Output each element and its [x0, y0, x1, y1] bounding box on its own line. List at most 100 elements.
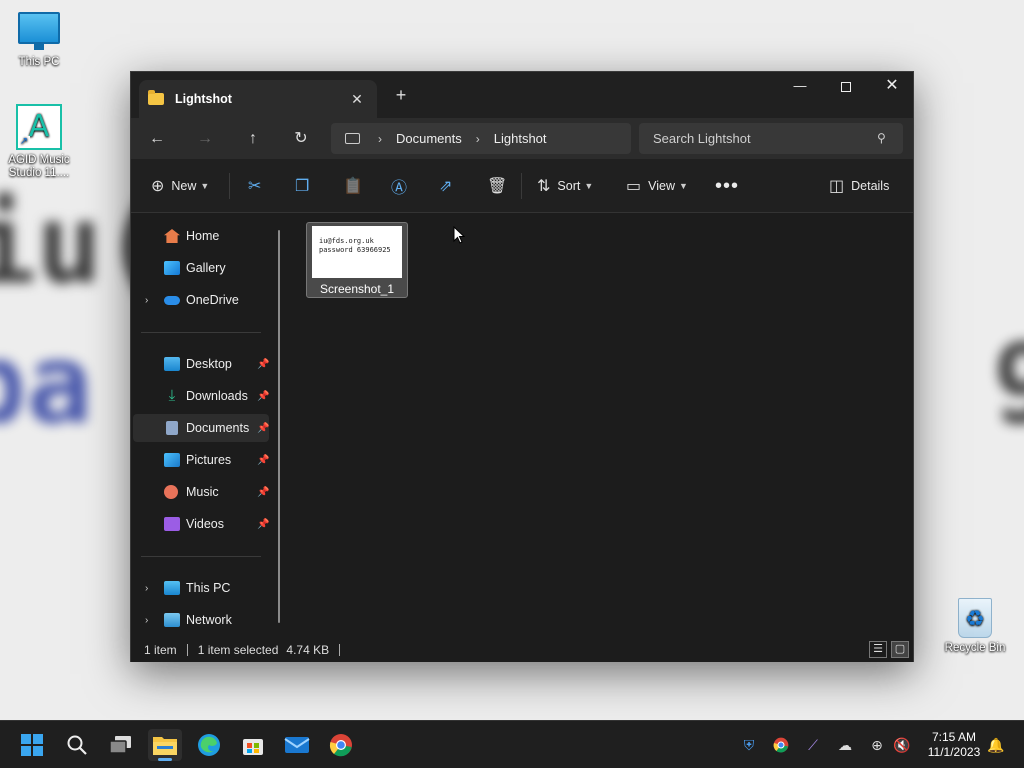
tiles-icon: ▢ — [894, 643, 906, 655]
new-button[interactable]: ⊕ New ▼ — [151, 172, 209, 200]
breadcrumb-lightshot[interactable]: Lightshot — [494, 131, 547, 146]
sidebar-item-network[interactable]: › Network — [133, 606, 269, 634]
notification-bell-icon[interactable]: 🔔 — [986, 735, 1006, 755]
breadcrumb-documents[interactable]: Documents — [396, 131, 462, 146]
pin-icon[interactable]: 📌 — [257, 455, 269, 466]
desktop-icon-recycle-bin[interactable]: ♻ Recycle Bin — [940, 598, 1010, 655]
wallpaper-text-left: pa — [0, 320, 93, 448]
sidebar-item-music[interactable]: Music 📌 — [133, 478, 269, 506]
sidebar-item-videos[interactable]: Videos 📌 — [133, 510, 269, 538]
refresh-button[interactable]: ↻ — [285, 125, 317, 153]
start-button[interactable] — [15, 729, 49, 761]
plus-circle-icon: ⊕ — [151, 178, 165, 195]
back-button[interactable]: ← — [141, 125, 173, 153]
pin-icon[interactable]: 📌 — [257, 423, 269, 434]
sidebar-item-label: Gallery — [186, 261, 226, 275]
store-icon — [243, 739, 263, 755]
sidebar-item-desktop[interactable]: Desktop 📌 — [133, 350, 269, 378]
security-shield-icon[interactable]: ⛨ — [739, 735, 759, 755]
desktop-icon-label: This PC — [18, 56, 60, 68]
chevron-right-icon: › — [145, 614, 149, 626]
paste-button[interactable]: 📋 — [343, 172, 370, 200]
thumbnail-text-line: iu@fds.org.uk — [319, 237, 374, 245]
maximize-icon — [841, 81, 851, 92]
view-label: View — [648, 179, 675, 193]
status-bar: 1 item 1 item selected 4.74 KB ☰ ▢ — [131, 638, 913, 662]
taskbar-edge[interactable] — [192, 729, 226, 761]
new-label: New — [171, 179, 197, 193]
taskbar-chrome[interactable] — [324, 729, 358, 761]
chevron-right-icon: › — [475, 131, 480, 146]
rename-button[interactable]: Ⓐ — [391, 172, 414, 200]
desktop-icon — [164, 357, 180, 371]
sidebar-item-home[interactable]: Home — [133, 222, 269, 250]
search-input[interactable] — [639, 123, 903, 154]
cloud-offline-icon[interactable]: ☁ — [835, 735, 855, 755]
sidebar-item-gallery[interactable]: Gallery — [133, 254, 269, 282]
close-button[interactable]: ✕ — [869, 72, 915, 102]
new-tab-button[interactable]: + — [391, 85, 411, 106]
share-button[interactable]: ⇗ — [439, 172, 459, 200]
taskbar-store[interactable] — [236, 729, 270, 761]
desktop-icon-label: AGID Music Studio 11.... — [8, 154, 70, 179]
pin-icon[interactable]: 📌 — [257, 519, 269, 530]
sidebar-item-documents[interactable]: Documents 📌 — [133, 414, 269, 442]
up-button[interactable]: ↑ — [237, 125, 269, 153]
desktop-icon-agid-music[interactable]: A ↗ AGID Music Studio 11.... — [4, 104, 74, 180]
globe-icon[interactable]: ⊕ — [867, 735, 887, 755]
sidebar-scrollbar[interactable] — [278, 230, 280, 623]
sidebar-divider — [141, 556, 261, 557]
forward-button[interactable]: → — [189, 125, 221, 153]
sort-button[interactable]: ⇅ Sort ▼ — [537, 172, 593, 200]
desktop-icon-this-pc[interactable]: This PC — [4, 12, 74, 69]
search-button[interactable] — [60, 729, 94, 761]
cut-button[interactable]: ✂ — [248, 172, 268, 200]
large-icons-view-button[interactable]: ▢ — [891, 641, 909, 658]
sidebar-item-downloads[interactable]: ⤓ Downloads 📌 — [133, 382, 270, 410]
copy-button[interactable]: ❐ — [295, 172, 316, 200]
agid-app-icon: A ↗ — [16, 104, 62, 150]
pin-icon[interactable]: 📌 — [257, 487, 269, 498]
mouse-cursor-icon — [453, 226, 465, 244]
edge-icon — [198, 734, 220, 756]
delete-button[interactable]: 🗑 — [487, 172, 514, 200]
windows-logo-icon — [21, 734, 43, 756]
sidebar-item-pictures[interactable]: Pictures 📌 — [133, 446, 269, 474]
mail-icon — [284, 737, 310, 753]
home-icon — [164, 229, 180, 243]
recycle-bin-icon: ♻ — [958, 598, 992, 638]
taskbar-file-explorer[interactable] — [148, 729, 182, 761]
arrow-right-icon: → — [197, 130, 213, 147]
clipboard-icon: 📋 — [343, 178, 363, 195]
file-list: iu@fds.org.uk password 63966925 Screensh… — [289, 214, 913, 634]
system-clock[interactable]: 7:15 AM 11/1/2023 — [918, 730, 990, 760]
details-button[interactable]: ◫ Details — [829, 172, 889, 200]
search-icon — [67, 735, 87, 755]
thumbnail-text-line: password 63966925 — [319, 246, 391, 254]
sidebar-item-this-pc[interactable]: › This PC — [133, 574, 269, 602]
file-name: Screenshot_1 — [319, 282, 395, 296]
minimize-button[interactable]: — — [777, 72, 823, 102]
clock-date: 11/1/2023 — [927, 745, 981, 759]
status-divider — [186, 644, 188, 656]
tab-close-button[interactable]: ✕ — [345, 91, 369, 108]
refresh-icon: ↻ — [294, 130, 308, 147]
taskbar-mail[interactable] — [280, 729, 314, 761]
sidebar-item-onedrive[interactable]: › OneDrive — [133, 286, 269, 314]
sort-icon: ⇅ — [537, 178, 551, 195]
breadcrumb[interactable]: › Documents › Lightshot — [331, 123, 631, 154]
tab-lightshot[interactable]: Lightshot ✕ — [139, 80, 377, 118]
pin-icon[interactable]: 📌 — [257, 359, 269, 370]
maximize-button[interactable] — [823, 72, 869, 102]
view-button[interactable]: ▭ View ▼ — [626, 172, 688, 200]
task-view-button[interactable] — [104, 729, 138, 761]
copy-icon: ❐ — [295, 178, 310, 195]
feather-icon[interactable]: ⟋ — [803, 735, 823, 755]
list-icon: ☰ — [873, 643, 883, 655]
tray-chrome-icon[interactable] — [771, 735, 791, 755]
details-view-button[interactable]: ☰ — [869, 641, 887, 658]
volume-muted-icon[interactable]: 🔇 — [892, 735, 912, 755]
pin-icon[interactable]: 📌 — [257, 391, 269, 402]
more-options-button[interactable]: ••• — [715, 172, 739, 200]
file-item[interactable]: iu@fds.org.uk password 63966925 Screensh… — [306, 222, 408, 298]
